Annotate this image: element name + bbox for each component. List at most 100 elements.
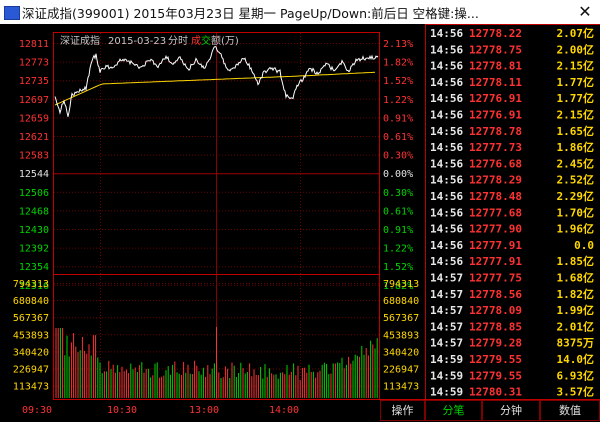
volume-tick-label-right: 680840 — [383, 296, 419, 307]
tick-volume: 3.57亿 — [557, 385, 595, 399]
tick-row: 14:59 12780.31 3.57亿 — [430, 385, 594, 399]
percent-tick-label: 0.30% — [383, 188, 413, 199]
tick-time: 14:56 — [430, 109, 463, 122]
tick-row: 14:56 12776.91 1.77亿 — [430, 91, 594, 105]
tick-volume: 1.65亿 — [557, 124, 595, 138]
tab-label[interactable]: 数值 — [559, 404, 581, 417]
price-tick-label: 12392 — [19, 244, 49, 255]
tick-price: 12778.22 — [469, 27, 522, 40]
tick-price: 12777.91 — [469, 255, 522, 268]
percent-tick-label: 0.91% — [383, 225, 413, 236]
volume-tick-label-right: 340420 — [383, 347, 419, 358]
price-tick-label: 12583 — [19, 151, 49, 162]
tick-time: 14:56 — [430, 206, 463, 219]
tick-time: 14:56 — [430, 76, 463, 89]
tick-time: 14:56 — [430, 60, 463, 73]
tick-row: 14:57 12779.28 8375万 — [430, 337, 594, 350]
tick-volume: 1.70亿 — [557, 205, 595, 219]
tick-price: 12777.73 — [469, 141, 522, 154]
time-tick-label: 09:30 — [22, 405, 52, 416]
tick-price: 12780.31 — [469, 386, 522, 399]
percent-tick-label: 2.13% — [383, 39, 413, 50]
vol-label-jiao: 交 — [201, 34, 211, 47]
tick-time: 14:59 — [430, 353, 463, 366]
volume-tick-label: 567367 — [13, 313, 49, 324]
index-name: 深证成指 — [60, 34, 100, 47]
chart-canvas[interactable]: 12811 12773 12735 12697 12659 12621 12583 12544… — [0, 24, 600, 422]
volume-tick-label-right: 794313 — [383, 279, 419, 290]
vol-label-amount: 额(万) — [211, 34, 239, 47]
tick-time: 14:57 — [430, 320, 463, 333]
tick-row: 14:57 12777.75 1.68亿 — [430, 271, 594, 285]
tick-volume: 2.45亿 — [557, 156, 595, 170]
tick-price: 12778.48 — [469, 190, 522, 203]
tick-volume: 2.07亿 — [557, 26, 595, 40]
volume-tick-label-right: 226947 — [383, 365, 419, 376]
tick-price: 12778.85 — [469, 320, 522, 333]
volume-tick-label: 453893 — [13, 330, 49, 341]
tick-price: 12778.81 — [469, 60, 522, 73]
tick-row: 14:56 12778.29 2.52亿 — [430, 173, 594, 187]
tick-time: 14:57 — [430, 288, 463, 301]
tick-time: 14:56 — [430, 27, 463, 40]
tick-row: 14:56 12778.11 1.77亿 — [430, 75, 594, 89]
price-tick-label: 12735 — [19, 76, 49, 87]
tick-volume: 2.00亿 — [557, 42, 595, 56]
tick-row: 14:56 12778.78 1.65亿 — [430, 124, 594, 138]
tab-0[interactable]: 操作 — [380, 400, 425, 421]
tick-row: 14:56 12777.91 1.85亿 — [430, 254, 594, 268]
tick-price: 12778.11 — [469, 76, 522, 89]
tick-row: 14:56 12776.91 2.15亿 — [430, 108, 594, 122]
tick-volume: 1.77亿 — [557, 91, 595, 105]
tick-price: 12777.68 — [469, 206, 522, 219]
tick-price: 12778.78 — [469, 125, 522, 138]
tick-time: 14:56 — [430, 141, 463, 154]
tick-row: 14:56 12778.22 2.07亿 — [430, 26, 594, 40]
app-window: 深证成指(399001) 2015年03月23日 星期一 PageUp/Down… — [0, 0, 600, 422]
tick-volume: 2.15亿 — [557, 59, 595, 73]
chart-date: 2015-03-23 — [108, 36, 166, 47]
tick-price: 12777.91 — [469, 239, 522, 252]
tick-volume: 1.77亿 — [557, 75, 595, 89]
tab-label[interactable]: 分钟 — [500, 403, 522, 417]
tick-row: 14:57 12778.09 1.99亿 — [430, 303, 594, 317]
volume-tick-label: 680840 — [13, 296, 49, 307]
tab-3[interactable]: 数值 — [540, 400, 600, 421]
price-tick-label: 12621 — [19, 132, 49, 143]
tick-time: 14:57 — [430, 337, 463, 350]
tick-time: 14:59 — [430, 386, 463, 399]
window-title: 深证成指(399001) 2015年03月23日 星期一 PageUp/Down… — [22, 6, 479, 21]
tab-2[interactable]: 分钟 — [482, 400, 540, 421]
tick-volume: 1.85亿 — [557, 254, 595, 268]
tick-price: 12778.56 — [469, 288, 522, 301]
price-tick-label: 12697 — [19, 95, 49, 106]
tick-time: 14:57 — [430, 272, 463, 285]
tick-volume: 1.82亿 — [557, 287, 595, 301]
percent-tick-label: 0.00% — [383, 169, 413, 180]
tab-label[interactable]: 操作 — [392, 403, 414, 417]
tick-volume: 8375万 — [557, 337, 595, 350]
tick-row: 14:59 12779.55 14.0亿 — [430, 352, 594, 366]
price-tick-label: 12773 — [19, 58, 49, 69]
tick-price: 12778.75 — [469, 43, 522, 56]
tick-row: 14:59 12779.55 6.93亿 — [430, 368, 594, 382]
price-tick-label: 12506 — [19, 188, 49, 199]
tick-time: 14:56 — [430, 223, 463, 236]
time-tick-label: 10:30 — [107, 405, 137, 416]
price-tick-label: 12659 — [19, 113, 49, 124]
tick-volume: 2.29亿 — [557, 189, 595, 203]
price-tick-label: 12468 — [19, 206, 49, 217]
tab-label[interactable]: 分笔 — [443, 403, 465, 417]
volume-tick-label-right: 113473 — [383, 382, 419, 393]
percent-tick-label: 0.61% — [383, 206, 413, 217]
tick-row: 14:57 12778.56 1.82亿 — [430, 287, 594, 301]
tick-price: 12776.91 — [469, 109, 522, 122]
tick-time: 14:59 — [430, 369, 463, 382]
tick-time: 14:56 — [430, 157, 463, 170]
tick-row: 14:56 12778.81 2.15亿 — [430, 59, 594, 73]
tick-time: 14:56 — [430, 92, 463, 105]
close-button[interactable]: ✕ — [570, 0, 600, 24]
percent-tick-label: 0.61% — [383, 132, 413, 143]
tab-1[interactable]: 分笔 — [425, 400, 482, 421]
tick-volume: 0.0 — [574, 239, 594, 252]
